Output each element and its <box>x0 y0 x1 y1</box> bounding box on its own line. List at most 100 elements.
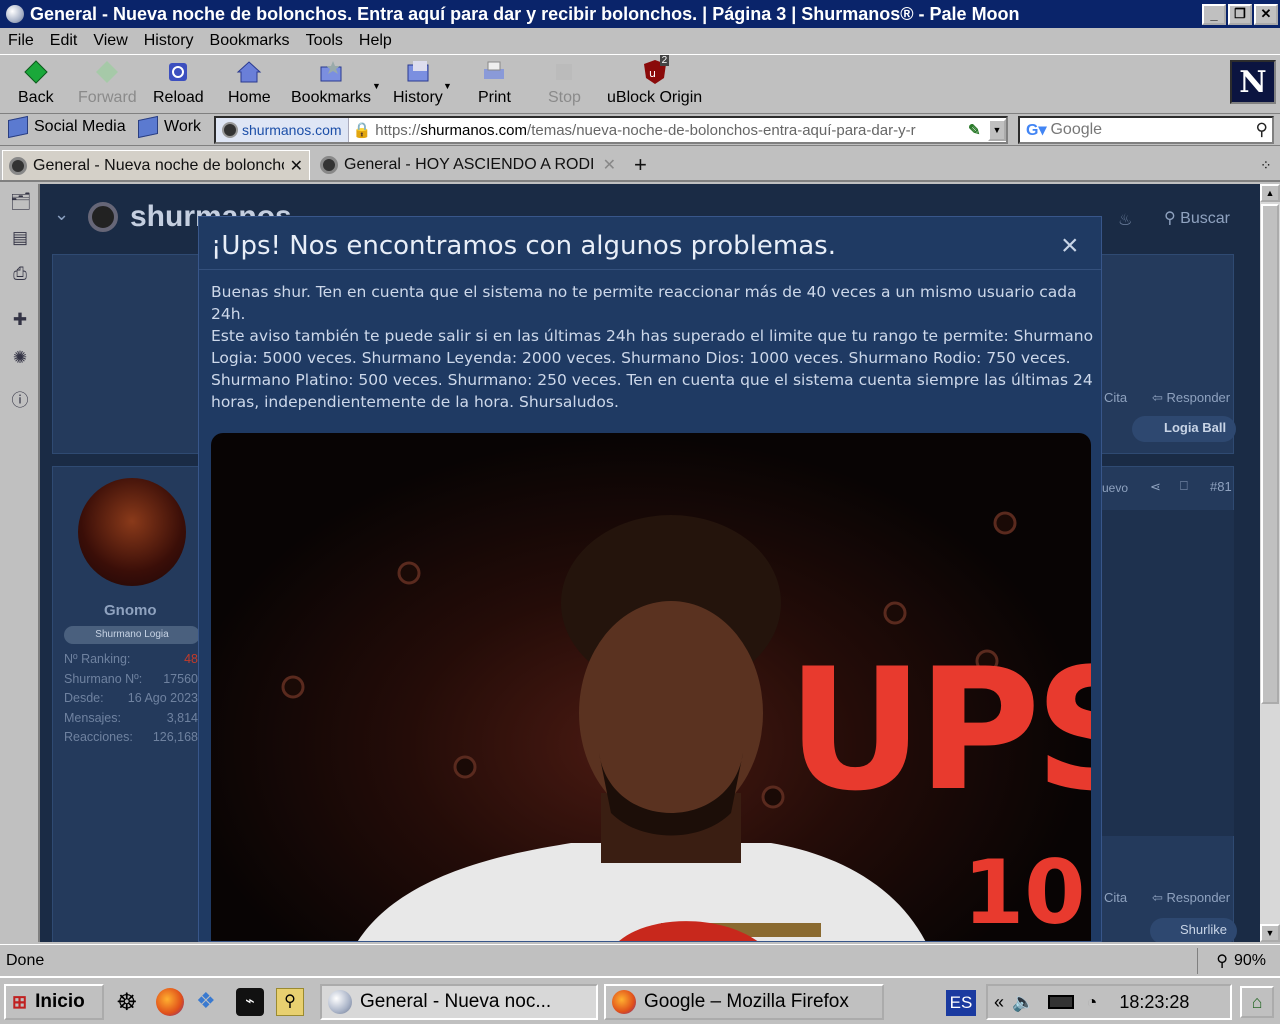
reply-button[interactable]: ⇦ Responder <box>1152 390 1230 406</box>
close-tab-icon[interactable]: ✕ <box>603 155 616 175</box>
tab-list-icon[interactable]: ⁘ <box>1254 150 1278 180</box>
feed-icon[interactable]: ✎ <box>968 121 988 139</box>
ublock-origin-button[interactable]: u 2 uBlock Origin <box>607 55 702 107</box>
addons-puzzle-icon[interactable]: ✚ <box>10 310 30 330</box>
header-search[interactable]: ⚲ Buscar <box>1164 208 1230 228</box>
search-box[interactable]: G▾ Google ⚲ <box>1018 116 1274 144</box>
scroll-thumb[interactable] <box>1261 204 1279 704</box>
wifi-icon[interactable]: ◔ <box>1086 992 1097 1013</box>
quote-button-2[interactable]: Cita <box>1104 890 1127 905</box>
menu-help[interactable]: Help <box>359 32 392 50</box>
site-favicon-icon <box>222 122 238 138</box>
close-window-button[interactable]: ✕ <box>1254 3 1278 25</box>
modal-close-button[interactable]: × <box>1061 231 1079 261</box>
home-button[interactable]: Home <box>228 59 271 107</box>
menu-edit[interactable]: Edit <box>50 32 78 50</box>
search-icon[interactable]: ⚲ <box>1256 120 1268 140</box>
bookmarks-button[interactable]: Bookmarks <box>291 59 371 107</box>
shurmanos-logo-icon[interactable] <box>88 202 118 232</box>
menu-history[interactable]: History <box>144 32 194 50</box>
tab-hoy-asciendo[interactable]: General - HOY ASCIENDO A RODI ✕ <box>314 150 622 180</box>
throbber-logo: N <box>1230 60 1276 104</box>
stat-messages: Mensajes: 3,814 <box>64 710 198 725</box>
quote-button[interactable]: Cita <box>1104 390 1127 405</box>
new-tab-button[interactable]: + <box>628 150 653 180</box>
firefox-icon <box>612 990 636 1014</box>
fire-icon[interactable]: ♨ <box>1118 210 1132 230</box>
search-placeholder: Google <box>1050 121 1103 138</box>
network-places-icon[interactable]: ❖ <box>196 988 224 1016</box>
reload-button[interactable]: Reload <box>153 59 204 107</box>
bookmarks-sidebar-icon[interactable]: 🗂 <box>10 192 32 212</box>
modal-message-1: Buenas shur. Ten en cuenta que el sistem… <box>211 283 1077 323</box>
site-favicon-icon <box>9 156 27 175</box>
google-icon[interactable]: G▾ <box>1026 120 1046 140</box>
ships-wheel-icon[interactable]: ☸ <box>116 988 144 1016</box>
language-indicator[interactable]: ES <box>946 990 976 1016</box>
print-button[interactable]: Print <box>478 59 511 107</box>
menu-view[interactable]: View <box>93 32 127 50</box>
home-icon <box>236 59 262 85</box>
reply-button-2[interactable]: ⇦ Responder <box>1152 890 1230 906</box>
history-dropdown-arrow[interactable]: ▼ <box>443 81 452 91</box>
vertical-scrollbar[interactable]: ▲ ▼ <box>1260 184 1280 942</box>
stat-since: Desde: 16 Ago 2023 <box>64 691 198 705</box>
history-sidebar-icon[interactable]: ▤ <box>10 228 30 248</box>
menu-tools[interactable]: Tools <box>306 32 343 50</box>
maximize-button[interactable]: ❐ <box>1228 3 1252 25</box>
window-title: General - Nueva noche de bolonchos. Entr… <box>30 3 1020 24</box>
bookmark-work[interactable]: Work <box>138 115 201 139</box>
modal-title: ¡Ups! Nos encontramos con algunos proble… <box>211 231 836 261</box>
battery-icon[interactable] <box>1048 995 1075 1009</box>
status-text: Done <box>6 951 45 969</box>
zoom-level[interactable]: 90% <box>1234 952 1266 970</box>
bookmark-icon[interactable]: ⎕ <box>1180 478 1188 494</box>
stop-button[interactable]: Stop <box>548 59 581 107</box>
bookmarks-dropdown-arrow[interactable]: ▼ <box>372 81 381 91</box>
user-avatar[interactable] <box>78 478 186 586</box>
forward-button[interactable]: Forward <box>78 59 137 107</box>
share-icon[interactable]: ⋖ <box>1150 479 1161 495</box>
back-arrow-icon <box>23 59 49 85</box>
hamburger-chevron-icon[interactable]: ⌄ <box>54 204 69 225</box>
close-tab-icon[interactable]: ✕ <box>290 156 303 176</box>
tray-expand-icon[interactable]: « <box>994 992 1004 1013</box>
zoom-icon[interactable]: ⚲ <box>1216 951 1228 971</box>
volume-icon[interactable]: 🔈 <box>1012 992 1034 1013</box>
bookmark-social-media[interactable]: Social Media <box>8 115 126 139</box>
scroll-down-arrow[interactable]: ▼ <box>1260 924 1280 942</box>
site-identity[interactable]: shurmanos.com <box>216 118 349 142</box>
reaction-badge[interactable]: Logia Ball <box>1132 416 1237 442</box>
tab-nueva-noche[interactable]: General - Nueva noche de bolonchos ✕ <box>2 150 310 180</box>
rank-badge: Shurmano Logia <box>64 626 200 644</box>
shurlike-reaction-badge[interactable]: Shurlike <box>1150 918 1237 942</box>
username[interactable]: Gnomo <box>104 602 157 619</box>
firefox-icon[interactable] <box>156 988 184 1016</box>
task-pale-moon[interactable]: General - Nueva noc... <box>320 984 598 1020</box>
url-bar[interactable]: shurmanos.com 🔒 https://shurmanos.com/te… <box>214 116 1008 144</box>
menu-bookmarks[interactable]: Bookmarks <box>210 32 290 50</box>
stat-number: Shurmano Nº: 17560 <box>64 671 198 686</box>
downloads-sidebar-icon[interactable]: ⎙ <box>10 264 30 284</box>
stat-ranking: Nº Ranking: 48 <box>64 652 198 666</box>
post-number[interactable]: #81 <box>1210 479 1232 494</box>
minimize-button[interactable]: _ <box>1202 3 1226 25</box>
error-modal: ¡Ups! Nos encontramos con algunos proble… <box>198 216 1102 942</box>
back-button[interactable]: Back <box>18 59 54 107</box>
poster-number: 10 <box>963 841 1085 942</box>
clock[interactable]: 18:23:28 <box>1119 992 1189 1013</box>
menu-file[interactable]: File <box>8 32 34 50</box>
info-icon[interactable]: ⓘ <box>10 386 30 410</box>
poster-ups-text: UPS <box>787 632 1091 828</box>
steam-icon[interactable]: ⌁ <box>236 988 264 1016</box>
forward-arrow-icon <box>94 59 120 85</box>
url-dropdown-button[interactable]: ▼ <box>988 119 1006 141</box>
show-desktop-icon[interactable]: ⌂ <box>1240 986 1274 1018</box>
poster-artwork: UPS 10 <box>281 511 1091 942</box>
scroll-up-arrow[interactable]: ▲ <box>1260 184 1280 202</box>
settings-gear-icon[interactable]: ✺ <box>10 348 30 368</box>
search-folder-icon[interactable]: ⚲ <box>276 988 304 1016</box>
task-firefox[interactable]: Google – Mozilla Firefox <box>604 984 884 1020</box>
start-button[interactable]: ⊞ Inicio <box>4 984 104 1020</box>
history-button[interactable]: History <box>393 59 443 107</box>
